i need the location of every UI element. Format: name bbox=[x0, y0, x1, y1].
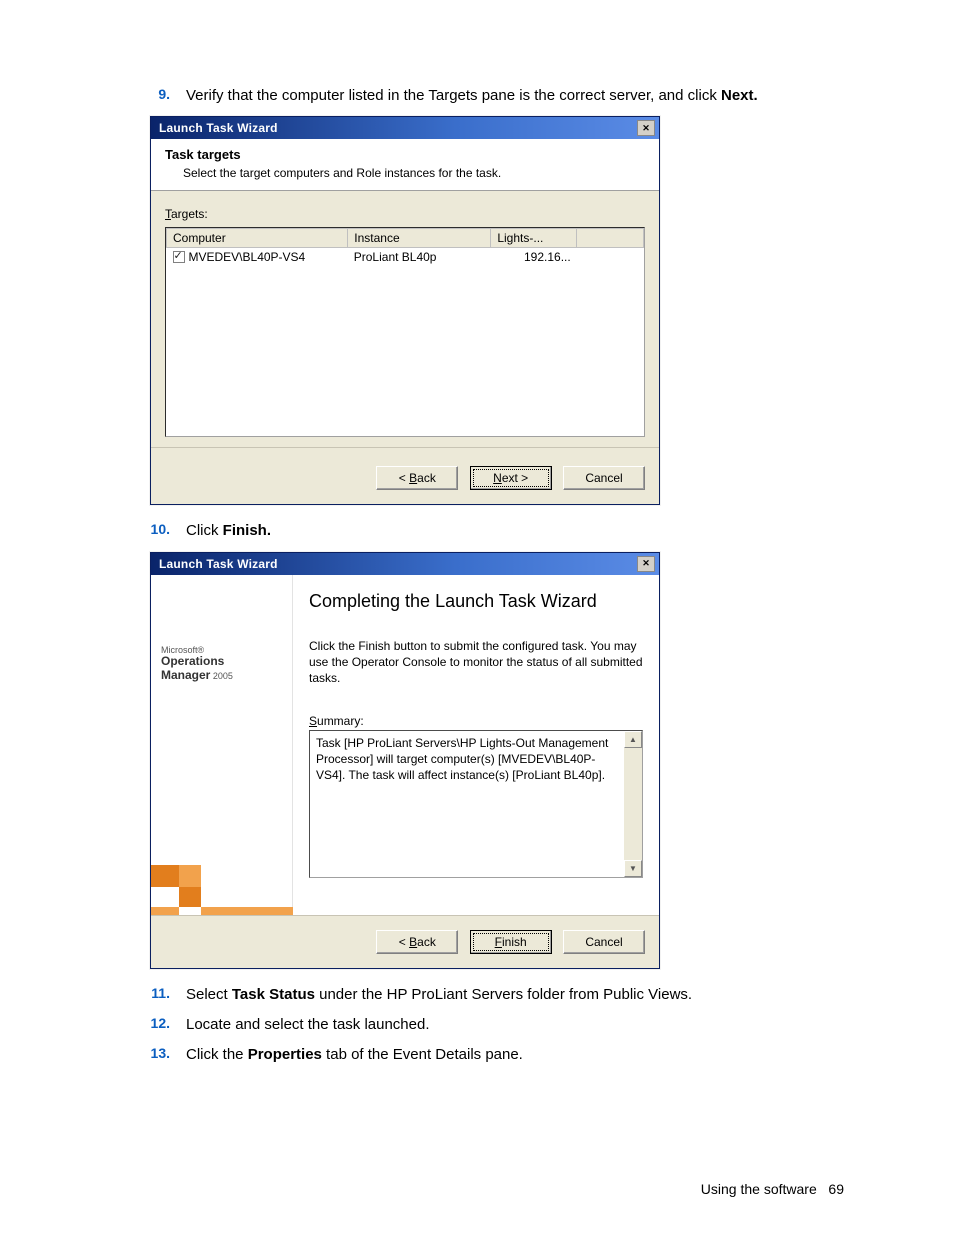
back-button[interactable]: < Back bbox=[376, 930, 458, 954]
table-row[interactable]: MVEDEV\BL40P-VS4 ProLiant BL40p 192.16..… bbox=[167, 248, 644, 267]
step-text: Locate and select the task launched. bbox=[186, 1015, 430, 1035]
dialog-body: Microsoft® Operations Manager 2005 Compl… bbox=[151, 575, 659, 915]
dialog-title: Launch Task Wizard bbox=[159, 557, 637, 571]
step-9: 9. Verify that the computer listed in th… bbox=[150, 86, 844, 106]
scrollbar[interactable]: ▲ ▼ bbox=[624, 731, 642, 877]
step-number: 13. bbox=[150, 1045, 186, 1065]
step-text: Select Task Status under the HP ProLiant… bbox=[186, 985, 692, 1005]
step-text-c: under the HP ProLiant Servers folder fro… bbox=[315, 986, 692, 1003]
dialog-header: Task targets Select the target computers… bbox=[151, 139, 659, 191]
step-text-bold: Task Status bbox=[232, 986, 315, 1003]
targets-label-rest: argets: bbox=[171, 207, 208, 221]
launch-task-wizard-targets-dialog: Launch Task Wizard Task targets Select t… bbox=[150, 116, 660, 505]
step-text: Verify that the computer listed in the T… bbox=[186, 86, 758, 106]
summary-label-rest: ummary: bbox=[317, 714, 364, 728]
button-row: < Back Next > Cancel bbox=[151, 447, 659, 504]
footer-label: Using the software bbox=[701, 1181, 817, 1197]
step-number: 10. bbox=[150, 521, 186, 541]
dialog-title: Launch Task Wizard bbox=[159, 121, 637, 135]
cancel-button[interactable]: Cancel bbox=[563, 466, 645, 490]
step-text-a: Click the bbox=[186, 1046, 248, 1063]
back-button[interactable]: < Back bbox=[376, 466, 458, 490]
step-text: Click the Properties tab of the Event De… bbox=[186, 1045, 523, 1065]
step-text-a: Verify that the computer listed in the T… bbox=[186, 87, 721, 104]
scroll-down-icon[interactable]: ▼ bbox=[624, 860, 642, 877]
table-header-row: Computer Instance Lights-... bbox=[167, 229, 644, 248]
launch-task-wizard-complete-dialog: Launch Task Wizard Microsoft® Operations… bbox=[150, 552, 660, 969]
dialog-heading: Task targets bbox=[165, 147, 649, 162]
targets-listbox[interactable]: Computer Instance Lights-... MVEDEV\BL40… bbox=[165, 227, 645, 437]
step-number: 9. bbox=[150, 86, 186, 106]
checkbox-icon[interactable] bbox=[173, 251, 185, 263]
col-computer[interactable]: Computer bbox=[167, 229, 348, 248]
step-number: 11. bbox=[150, 985, 186, 1005]
close-icon[interactable] bbox=[637, 120, 655, 136]
footer-page-number: 69 bbox=[828, 1181, 844, 1197]
decorative-squares bbox=[151, 855, 292, 915]
scroll-up-icon[interactable]: ▲ bbox=[624, 731, 642, 748]
step-text-a: Click bbox=[186, 522, 223, 539]
step-10: 10. Click Finish. bbox=[150, 521, 844, 541]
close-icon[interactable] bbox=[637, 556, 655, 572]
finish-button[interactable]: Finish bbox=[470, 930, 552, 954]
col-lights[interactable]: Lights-... bbox=[491, 229, 577, 248]
step-text-bold: Next. bbox=[721, 87, 758, 104]
summary-box-container: Task [HP ProLiant Servers\HP Lights-Out … bbox=[309, 730, 643, 878]
brand-line3: Manager 2005 bbox=[161, 668, 282, 682]
step-13: 13. Click the Properties tab of the Even… bbox=[150, 1045, 844, 1065]
step-12: 12. Locate and select the task launched. bbox=[150, 1015, 844, 1035]
cell-lights: 192.16... bbox=[491, 248, 577, 267]
button-row: < Back Finish Cancel bbox=[151, 915, 659, 968]
brand-line2: Operations bbox=[161, 655, 282, 668]
cell-computer-text: MVEDEV\BL40P-VS4 bbox=[189, 250, 306, 264]
step-text-c: tab of the Event Details pane. bbox=[322, 1046, 523, 1063]
completion-title: Completing the Launch Task Wizard bbox=[309, 591, 643, 612]
wizard-main: Completing the Launch Task Wizard Click … bbox=[293, 575, 659, 915]
cell-instance: ProLiant BL40p bbox=[348, 248, 491, 267]
summary-textbox[interactable]: Task [HP ProLiant Servers\HP Lights-Out … bbox=[310, 731, 624, 877]
dialog-body: Targets: Computer Instance Lights-... MV… bbox=[151, 191, 659, 447]
step-11: 11. Select Task Status under the HP ProL… bbox=[150, 985, 844, 1005]
summary-label-accel: S bbox=[309, 714, 317, 728]
completion-description: Click the Finish button to submit the co… bbox=[309, 638, 643, 687]
step-text-a: Select bbox=[186, 986, 232, 1003]
next-button[interactable]: Next > bbox=[470, 466, 552, 490]
titlebar[interactable]: Launch Task Wizard bbox=[151, 553, 659, 575]
step-number: 12. bbox=[150, 1015, 186, 1035]
step-text: Click Finish. bbox=[186, 521, 271, 541]
cancel-button[interactable]: Cancel bbox=[563, 930, 645, 954]
cell-computer: MVEDEV\BL40P-VS4 bbox=[167, 248, 348, 267]
wizard-sidebar: Microsoft® Operations Manager 2005 bbox=[151, 575, 293, 915]
col-instance[interactable]: Instance bbox=[348, 229, 491, 248]
step-text-bold: Finish. bbox=[223, 522, 271, 539]
col-spacer bbox=[577, 229, 644, 248]
step-text-bold: Properties bbox=[248, 1046, 322, 1063]
targets-label: Targets: bbox=[165, 207, 645, 221]
page-footer: Using the software 69 bbox=[701, 1181, 844, 1197]
titlebar[interactable]: Launch Task Wizard bbox=[151, 117, 659, 139]
dialog-subheading: Select the target computers and Role ins… bbox=[183, 166, 649, 180]
summary-label: Summary: bbox=[309, 714, 643, 728]
